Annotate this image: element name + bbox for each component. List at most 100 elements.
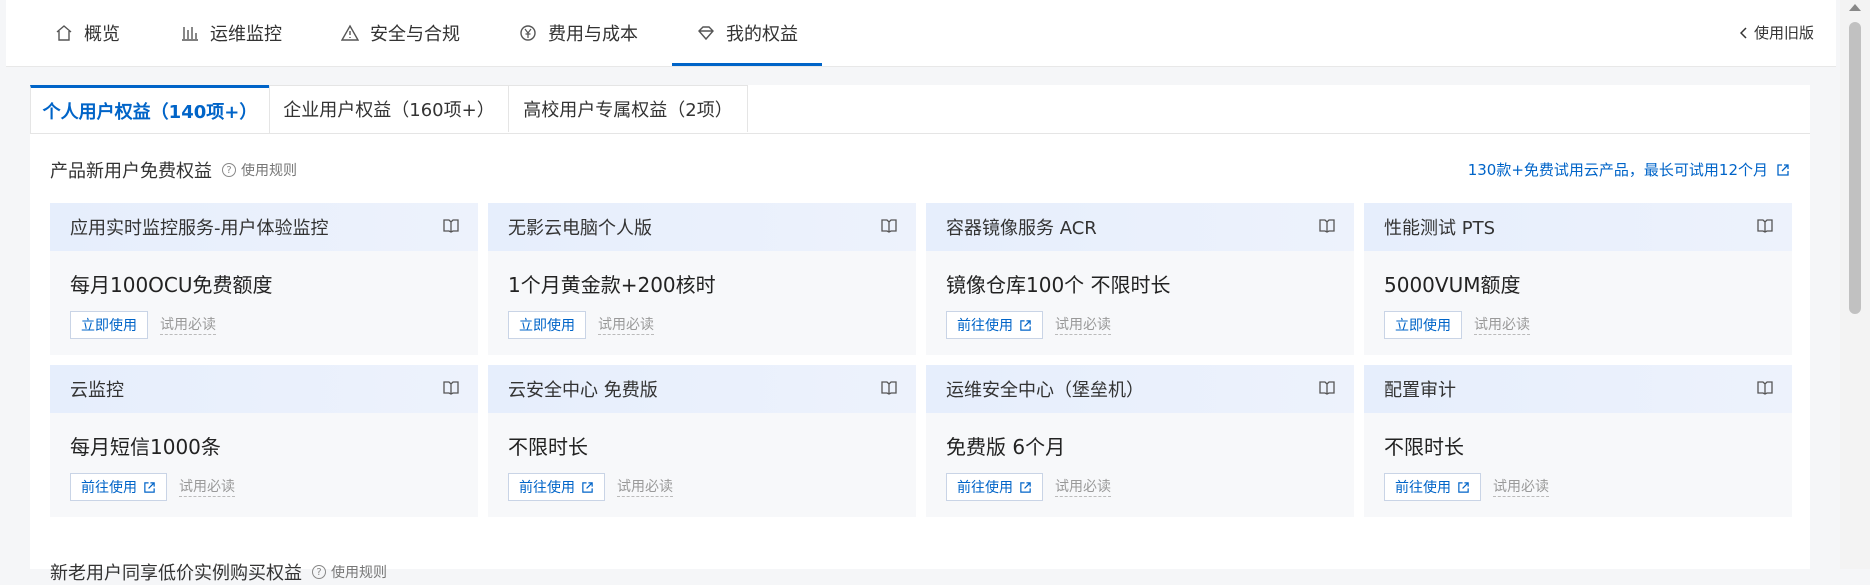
- nav-tab-overview[interactable]: 概览: [54, 0, 120, 66]
- card-benefit: 每月短信1000条: [70, 435, 221, 459]
- scroll-up-arrow-icon[interactable]: [1849, 4, 1861, 11]
- book-icon[interactable]: [1756, 379, 1774, 397]
- card-actions: 立即使用 试用必读: [1384, 311, 1530, 339]
- nav-tab-cost[interactable]: 费用与成本: [518, 0, 638, 66]
- card-benefit: 免费版 6个月: [946, 435, 1066, 459]
- card-title: 无影云电脑个人版: [508, 218, 652, 239]
- external-link-icon: [1019, 481, 1032, 494]
- go-use-button[interactable]: 前往使用: [70, 473, 167, 501]
- benefit-card: 运维安全中心（堡垒机） 免费版 6个月 前往使用 试用必读: [926, 365, 1354, 517]
- trial-notes-link[interactable]: 试用必读: [1493, 478, 1549, 497]
- go-use-button[interactable]: 前往使用: [946, 473, 1043, 501]
- card-header: 无影云电脑个人版: [488, 203, 916, 251]
- trial-notes-link[interactable]: 试用必读: [160, 316, 216, 335]
- chevron-left-icon: [1739, 26, 1748, 39]
- card-actions: 前往使用 试用必读: [508, 473, 673, 501]
- card-benefit: 1个月黄金款+200核时: [508, 273, 716, 297]
- card-header: 云安全中心 免费版: [488, 365, 916, 413]
- button-label: 前往使用: [957, 480, 1013, 496]
- external-link-icon: [1019, 319, 1032, 332]
- card-benefit: 不限时长: [508, 435, 588, 459]
- book-icon[interactable]: [442, 217, 460, 235]
- card-title: 配置审计: [1384, 380, 1456, 401]
- card-title: 云安全中心 免费版: [508, 380, 658, 401]
- card-title: 容器镜像服务 ACR: [946, 218, 1097, 239]
- use-now-button[interactable]: 立即使用: [70, 311, 148, 339]
- trial-notes-link[interactable]: 试用必读: [598, 316, 654, 335]
- card-title: 应用实时监控服务-用户体验监控: [70, 218, 329, 239]
- card-benefit: 镜像仓库100个 不限时长: [946, 273, 1171, 297]
- book-icon[interactable]: [880, 217, 898, 235]
- book-icon[interactable]: [442, 379, 460, 397]
- benefit-card: 性能测试 PTS 5000VUM额度 立即使用 试用必读: [1364, 203, 1792, 355]
- card-header: 容器镜像服务 ACR: [926, 203, 1354, 251]
- trial-notes-link[interactable]: 试用必读: [1474, 316, 1530, 335]
- tab-personal-benefits[interactable]: 个人用户权益（140项+）: [30, 85, 270, 133]
- tab-university-benefits[interactable]: 高校用户专属权益（2项）: [508, 85, 748, 132]
- card-header: 应用实时监控服务-用户体验监控: [50, 203, 478, 251]
- nav-tab-label: 运维监控: [210, 24, 282, 45]
- external-link-icon: [143, 481, 156, 494]
- nav-tab-ops-monitoring[interactable]: 运维监控: [180, 0, 282, 66]
- card-actions: 前往使用 试用必读: [946, 473, 1111, 501]
- usage-rules-link[interactable]: ? 使用规则: [222, 160, 297, 180]
- nav-tab-label: 费用与成本: [548, 24, 638, 45]
- tab-label: 高校用户专属权益（2项）: [523, 100, 733, 121]
- nav-tab-security-compliance[interactable]: 安全与合规: [340, 0, 460, 66]
- trial-notes-link[interactable]: 试用必读: [617, 478, 673, 497]
- old-version-link[interactable]: 使用旧版: [1739, 22, 1814, 43]
- usage-rules-link[interactable]: ? 使用规则: [312, 562, 387, 582]
- button-label: 立即使用: [1395, 318, 1451, 334]
- free-trial-promo-link[interactable]: 130款+免费试用云产品，最长可试用12个月: [1468, 159, 1790, 180]
- top-navigation: 概览 运维监控 安全与合规 费用与成本 我的权益 使用旧版: [6, 0, 1836, 67]
- help-icon: ?: [312, 565, 326, 579]
- tab-enterprise-benefits[interactable]: 企业用户权益（160项+）: [269, 85, 509, 132]
- card-benefit: 每月100OCU免费额度: [70, 273, 273, 297]
- card-actions: 立即使用 试用必读: [508, 311, 654, 339]
- tab-label: 企业用户权益（160项+）: [283, 100, 495, 121]
- book-icon[interactable]: [1318, 379, 1336, 397]
- card-benefit: 不限时长: [1384, 435, 1464, 459]
- home-icon: [54, 23, 74, 43]
- nav-tab-label: 安全与合规: [370, 24, 460, 45]
- trial-notes-link[interactable]: 试用必读: [1055, 316, 1111, 335]
- benefit-card: 云监控 每月短信1000条 前往使用 试用必读: [50, 365, 478, 517]
- benefit-card: 容器镜像服务 ACR 镜像仓库100个 不限时长 前往使用 试用必读: [926, 203, 1354, 355]
- go-use-button[interactable]: 前往使用: [1384, 473, 1481, 501]
- use-now-button[interactable]: 立即使用: [508, 311, 586, 339]
- nav-tab-label: 我的权益: [726, 24, 798, 45]
- active-tab-indicator: [672, 63, 822, 66]
- trial-notes-link[interactable]: 试用必读: [179, 478, 235, 497]
- page: 概览 运维监控 安全与合规 费用与成本 我的权益 使用旧版 个人用户权益（140…: [0, 0, 1870, 584]
- usage-rules-label: 使用规则: [241, 163, 297, 179]
- book-icon[interactable]: [880, 379, 898, 397]
- main-panel: 个人用户权益（140项+） 企业用户权益（160项+） 高校用户专属权益（2项）…: [30, 85, 1810, 584]
- go-use-button[interactable]: 前往使用: [946, 311, 1043, 339]
- scrollbar[interactable]: [1840, 0, 1870, 569]
- book-icon[interactable]: [1318, 217, 1336, 235]
- card-header: 配置审计: [1364, 365, 1792, 413]
- scrollbar-thumb[interactable]: [1849, 22, 1861, 314]
- promo-link-text: 130款+免费试用云产品，最长可试用12个月: [1467, 161, 1768, 179]
- use-now-button[interactable]: 立即使用: [1384, 311, 1462, 339]
- trial-notes-link[interactable]: 试用必读: [1055, 478, 1111, 497]
- card-actions: 前往使用 试用必读: [946, 311, 1111, 339]
- external-link-icon: [1776, 163, 1790, 177]
- card-benefit: 5000VUM额度: [1384, 273, 1521, 297]
- warning-icon: [340, 23, 360, 43]
- usage-rules-label: 使用规则: [331, 565, 387, 581]
- benefit-card: 无影云电脑个人版 1个月黄金款+200核时 立即使用 试用必读: [488, 203, 916, 355]
- section-title-text: 产品新用户免费权益: [50, 161, 212, 182]
- nav-tab-my-benefits[interactable]: 我的权益: [672, 0, 822, 66]
- go-use-button[interactable]: 前往使用: [508, 473, 605, 501]
- next-section-title-text: 新老用户同享低价实例购买权益: [50, 563, 302, 584]
- book-icon[interactable]: [1756, 217, 1774, 235]
- button-label: 前往使用: [957, 318, 1013, 334]
- button-label: 前往使用: [1395, 480, 1451, 496]
- button-label: 前往使用: [519, 480, 575, 496]
- benefit-card: 配置审计 不限时长 前往使用 试用必读: [1364, 365, 1792, 517]
- diamond-icon: [696, 23, 716, 43]
- external-link-icon: [1457, 481, 1470, 494]
- yen-circle-icon: [518, 23, 538, 43]
- tab-label: 个人用户权益（140项+）: [42, 101, 258, 123]
